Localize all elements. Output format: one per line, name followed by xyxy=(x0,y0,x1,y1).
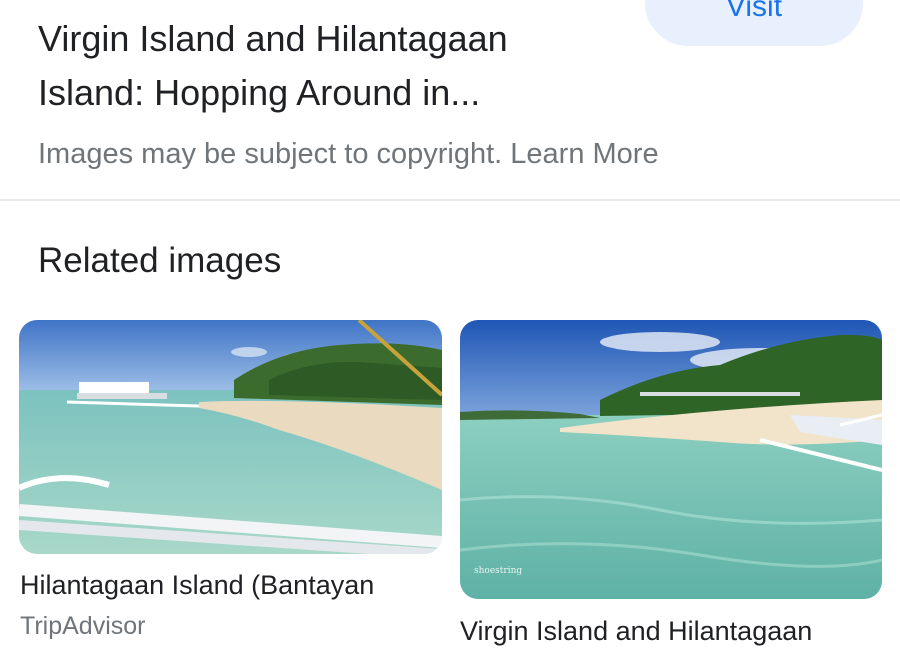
copyright-notice: Images may be subject to copyright. Lear… xyxy=(38,138,659,171)
image-detail-page: Visit Virgin Island and Hilantagaan Isla… xyxy=(0,0,900,650)
related-image-title[interactable]: Hilantagaan Island (Bantayan xyxy=(20,570,460,601)
related-image-card[interactable]: Hilantagaan Island (Bantayan TripAdvisor xyxy=(19,320,442,640)
beach-photo-1 xyxy=(19,320,442,554)
image-title[interactable]: Virgin Island and Hilantagaan Island: Ho… xyxy=(38,12,618,120)
related-image-source: TripAdvisor xyxy=(20,612,146,640)
visit-button-label: Visit xyxy=(725,0,783,23)
related-image-thumbnail[interactable]: shoestring xyxy=(460,320,882,599)
related-images-heading: Related images xyxy=(38,241,282,280)
related-image-title[interactable]: Virgin Island and Hilantagaan xyxy=(460,616,900,647)
learn-more-link[interactable]: Learn More xyxy=(510,138,658,170)
related-image-card[interactable]: shoestring Virgin Island and Hilantagaan xyxy=(460,320,882,646)
photo-watermark: shoestring xyxy=(474,566,523,576)
section-divider xyxy=(0,199,900,201)
copyright-text: Images may be subject to copyright. xyxy=(38,138,503,170)
related-image-thumbnail[interactable] xyxy=(19,320,442,554)
visit-button[interactable]: Visit xyxy=(645,0,863,46)
beach-photo-2 xyxy=(460,320,882,599)
